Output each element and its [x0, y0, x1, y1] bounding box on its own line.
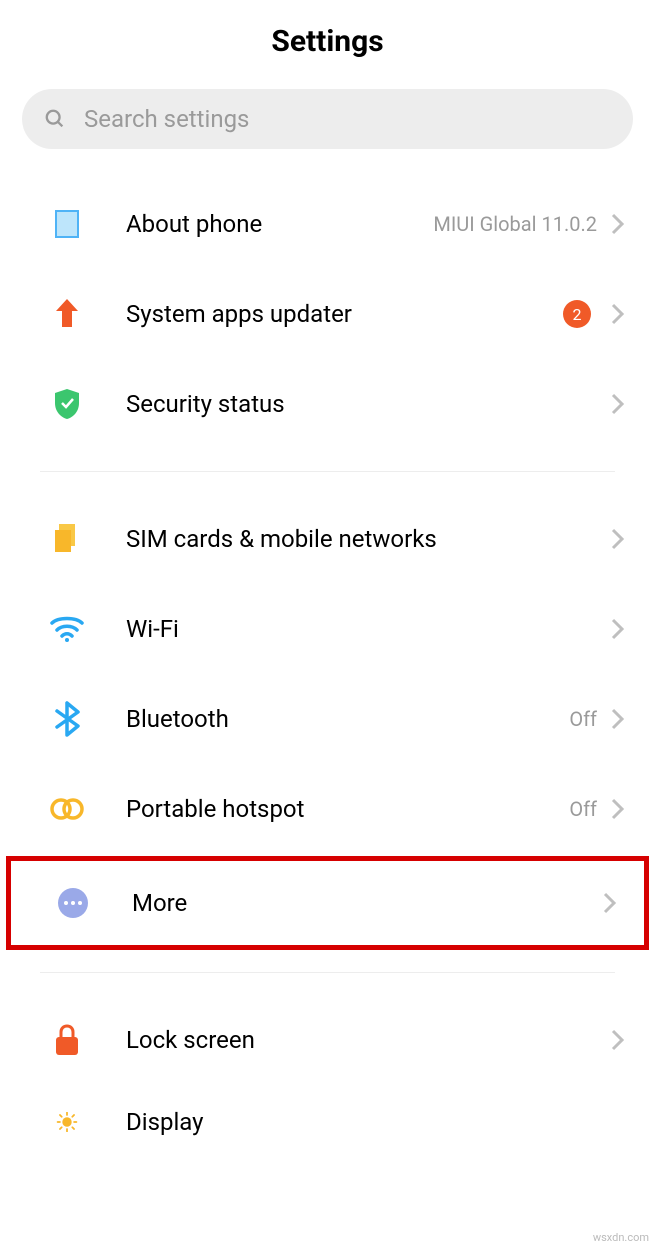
sim-icon — [48, 520, 86, 558]
item-value: Off — [569, 707, 597, 731]
item-label: More — [132, 889, 603, 917]
settings-item-display[interactable]: Display — [0, 1085, 655, 1145]
settings-list: About phone MIUI Global 11.0.2 System ap… — [0, 179, 655, 1145]
item-value: Off — [569, 797, 597, 821]
uploader-icon — [48, 295, 86, 333]
phone-icon — [48, 205, 86, 243]
search-placeholder: Search settings — [84, 105, 249, 133]
settings-item-portable-hotspot[interactable]: Portable hotspot Off — [0, 764, 655, 854]
notification-badge: 2 — [563, 300, 591, 328]
item-label: Lock screen — [126, 1026, 611, 1054]
item-label: Security status — [126, 390, 611, 418]
item-value: MIUI Global 11.0.2 — [433, 212, 597, 236]
bluetooth-icon — [48, 700, 86, 738]
chevron-right-icon — [611, 618, 625, 640]
header: Settings — [0, 0, 655, 79]
item-label: Display — [126, 1108, 625, 1136]
search-bar[interactable]: Search settings — [22, 89, 633, 149]
settings-item-sim-cards[interactable]: SIM cards & mobile networks — [0, 494, 655, 584]
settings-item-bluetooth[interactable]: Bluetooth Off — [0, 674, 655, 764]
page-title: Settings — [0, 24, 655, 59]
display-icon — [48, 1103, 86, 1141]
chevron-right-icon — [611, 213, 625, 235]
watermark: wsxdn.com — [593, 1231, 649, 1244]
more-icon — [54, 884, 92, 922]
settings-item-wifi[interactable]: Wi-Fi — [0, 584, 655, 674]
item-label: System apps updater — [126, 300, 563, 328]
item-label: About phone — [126, 210, 433, 238]
chevron-right-icon — [611, 798, 625, 820]
settings-item-about-phone[interactable]: About phone MIUI Global 11.0.2 — [0, 179, 655, 269]
shield-icon — [48, 385, 86, 423]
settings-item-security-status[interactable]: Security status — [0, 359, 655, 449]
chevron-right-icon — [611, 393, 625, 415]
search-icon — [44, 108, 66, 130]
settings-item-lock-screen[interactable]: Lock screen — [0, 995, 655, 1085]
chevron-right-icon — [603, 892, 617, 914]
item-label: Wi-Fi — [126, 615, 611, 643]
hotspot-icon — [48, 790, 86, 828]
item-label: Bluetooth — [126, 705, 569, 733]
wifi-icon — [48, 610, 86, 648]
item-label: Portable hotspot — [126, 795, 569, 823]
lock-icon — [48, 1021, 86, 1059]
settings-item-system-apps-updater[interactable]: System apps updater 2 — [0, 269, 655, 359]
chevron-right-icon — [611, 528, 625, 550]
settings-item-more[interactable]: More — [6, 856, 649, 950]
item-label: SIM cards & mobile networks — [126, 525, 611, 553]
chevron-right-icon — [611, 1029, 625, 1051]
chevron-right-icon — [611, 708, 625, 730]
divider — [40, 972, 615, 973]
divider — [40, 471, 615, 472]
chevron-right-icon — [611, 303, 625, 325]
